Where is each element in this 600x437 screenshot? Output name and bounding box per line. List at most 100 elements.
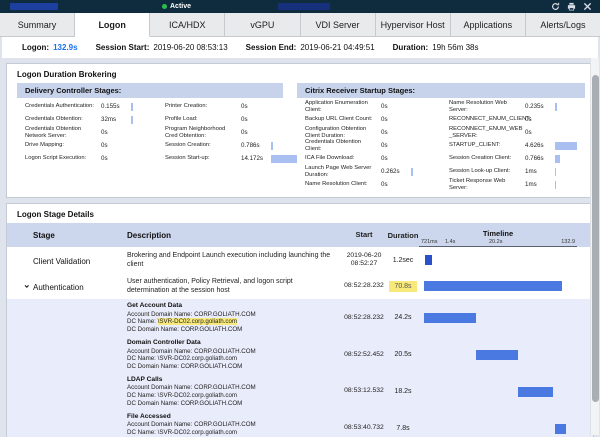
- duration-field: Duration: 19h 56m 38s: [393, 43, 479, 52]
- tab-vgpu[interactable]: vGPU: [225, 13, 300, 37]
- metric-application-enumeration-client: Application Enumeration Client:0s: [297, 100, 441, 113]
- scrollbar-thumb[interactable]: [592, 75, 599, 402]
- detail-value: CORP.GOLIATH.COM: [181, 326, 243, 333]
- metric-label: Session Start-up:: [165, 155, 241, 161]
- metric-value: 0s: [241, 116, 271, 123]
- metric-bar-area: [411, 142, 437, 150]
- duration-value: 24.2s: [394, 314, 411, 321]
- metric-bar-area: [411, 103, 437, 111]
- metric-value: 14.172s: [241, 155, 271, 162]
- timeline-cell: [419, 339, 579, 370]
- stage-table-body: Client ValidationBrokering and Endpoint …: [7, 247, 593, 437]
- metric-label: Name Resolution Client:: [305, 181, 381, 187]
- delivery-controller-panel-title: Delivery Controller Stages:: [17, 83, 283, 98]
- detail-prefix: Account Domain Name:: [127, 311, 194, 318]
- metric-value: 0s: [381, 103, 411, 110]
- start-cell: 08:52:28.232: [341, 314, 387, 322]
- metric-bar-area: [411, 155, 437, 163]
- metric-label: Launch Page Web Server Duration:: [305, 165, 381, 177]
- description-title: LDAP Calls: [127, 376, 335, 384]
- duration-cell: 18.2s: [387, 388, 419, 395]
- detail-prefix: Account Domain Name:: [127, 348, 194, 355]
- metric-bar-area: [411, 168, 437, 176]
- metric-bar-area: [411, 129, 437, 137]
- metric-bar-area: [411, 181, 437, 189]
- metric-session-look-up-client: Session Look-up Client:1ms: [441, 165, 585, 178]
- redacted-text-block-middle: [278, 3, 330, 10]
- metric-bar-area: [271, 129, 297, 137]
- metric-value: 0s: [101, 155, 131, 162]
- description-detail: DC Name: \SVR-DC02.corp.goliath.com: [127, 318, 335, 326]
- metric-bar-area: [555, 155, 581, 163]
- chevron-down-icon[interactable]: ⌄: [23, 280, 31, 291]
- metric-duration-bar: [411, 168, 413, 176]
- metric-session-start-up: Session Start-up:14.172s: [157, 152, 297, 165]
- description-cell: User authentication, Policy Retrieval, a…: [127, 277, 341, 295]
- description-detail: DC Name: \SVR-DC02.corp.goliath.com: [127, 392, 335, 400]
- metric-profile-load: Profile Load:0s: [157, 113, 297, 126]
- tab-ica-hdx[interactable]: ICA/HDX: [150, 13, 225, 37]
- metric-ticket-response-web-server: Ticket Response Web Server:1ms: [441, 178, 585, 191]
- metric-bar-area: [271, 142, 297, 150]
- duration-cell: 20.5s: [387, 351, 419, 358]
- tab-summary[interactable]: Summary: [0, 13, 75, 37]
- detail-prefix: DC Name:: [127, 429, 158, 436]
- print-icon[interactable]: [567, 2, 576, 11]
- metric-credentials-obtention-client: Credentials Obtention Client:0s: [297, 139, 441, 152]
- metric-reconnect-enum-web-server: RECONNECT_ENUM_WEB _SERVER:0s: [441, 126, 585, 139]
- tab-hypervisor-host[interactable]: Hypervisor Host: [376, 13, 451, 37]
- tab-logon[interactable]: Logon: [75, 13, 150, 37]
- start-cell: 08:52:52.452: [341, 351, 387, 359]
- metric-duration-bar: [555, 181, 556, 189]
- refresh-icon[interactable]: [551, 2, 560, 11]
- logon-duration-brokering-section: Logon Duration Brokering Delivery Contro…: [6, 63, 594, 198]
- metric-name-resolution-web-server: Name Resolution Web Server:0.235s: [441, 100, 585, 113]
- column-header-duration: Duration: [387, 223, 419, 247]
- session-end-label: Session End:: [246, 43, 297, 52]
- metric-label: Configuration Obtention Client Duration:: [305, 126, 381, 138]
- status-label: Active: [170, 3, 191, 10]
- logon-label: Logon:: [22, 43, 49, 52]
- description-detail: DC Domain Name: CORP.GOLIATH.COM: [127, 400, 335, 408]
- main-content: Logon Duration Brokering Delivery Contro…: [2, 63, 598, 437]
- start-cell: 2019-06-2008:52:27: [341, 252, 387, 269]
- close-icon[interactable]: [583, 2, 592, 11]
- stage-table-header: Stage Description Start Duration Timelin…: [7, 223, 593, 247]
- tab-vdi-server[interactable]: VDI Server: [301, 13, 376, 37]
- metric-bar-area: [555, 181, 581, 189]
- description-title: Get Account Data: [127, 302, 335, 310]
- tab-alerts-logs[interactable]: Alerts/Logs: [526, 13, 600, 37]
- metric-printer-creation: Printer Creation:0s: [157, 100, 297, 113]
- description-detail: Account Domain Name: CORP.GOLIATH.COM: [127, 348, 335, 356]
- tab-applications[interactable]: Applications: [451, 13, 526, 37]
- timeline-cell: [419, 277, 579, 295]
- start-cell: 08:52:28.232: [341, 282, 387, 290]
- duration-value: 1.2sec: [393, 257, 414, 264]
- description-detail: DC Name: \SVR-DC02.corp.goliath.com: [127, 355, 335, 363]
- metric-logon-script-execution: Logon Script Execution:0s: [17, 152, 157, 165]
- timeline-bar: [425, 255, 432, 265]
- timeline-cell: [419, 413, 579, 437]
- stage-cell: Client Validation: [7, 251, 127, 269]
- description-detail: Account Domain Name: CORP.GOLIATH.COM: [127, 421, 335, 429]
- table-row-file-accessed: File AccessedAccount Domain Name: CORP.G…: [7, 410, 593, 437]
- metric-bar-area: [411, 116, 437, 124]
- timeline-cell: [419, 251, 579, 269]
- metric-value: 0s: [101, 142, 131, 149]
- logon-duration-link[interactable]: 132.9s: [53, 43, 77, 52]
- vertical-scrollbar[interactable]: [590, 58, 599, 435]
- metric-bar-area: [131, 142, 157, 150]
- metric-bar-area: [555, 116, 581, 124]
- metric-launch-page-web-server-duration: Launch Page Web Server Duration:0.262s: [297, 165, 441, 178]
- metric-duration-bar: [271, 155, 297, 163]
- metric-label: Backup URL Client Count:: [305, 116, 381, 122]
- timeline-bar: [424, 313, 476, 323]
- description-cell: Brokering and Endpoint Launch execution …: [127, 251, 341, 269]
- metric-label: Drive Mapping:: [25, 142, 101, 148]
- metric-drive-mapping: Drive Mapping:0s: [17, 139, 157, 152]
- table-row-client-validation: Client ValidationBrokering and Endpoint …: [7, 247, 593, 273]
- metric-configuration-obtention-client-duration: Configuration Obtention Client Duration:…: [297, 126, 441, 139]
- metric-value: 0s: [241, 129, 271, 136]
- timeline-tick: 132.9: [561, 239, 575, 245]
- description-cell: File AccessedAccount Domain Name: CORP.G…: [127, 413, 341, 437]
